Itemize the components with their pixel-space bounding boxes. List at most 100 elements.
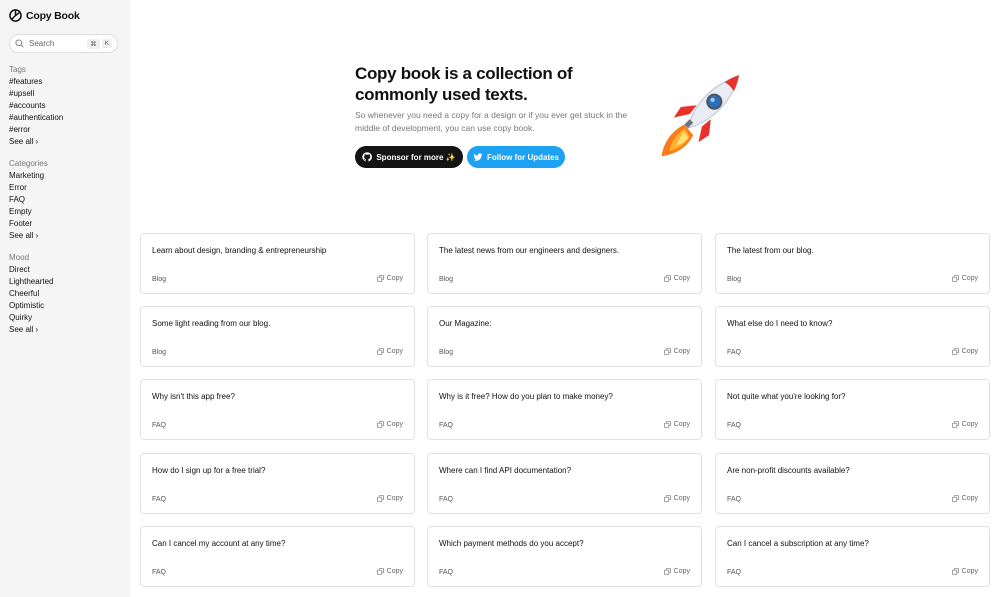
search-placeholder: Search [29,39,55,48]
copy-label: Copy [673,421,690,428]
sponsor-button-label: Sponsor for more ✨ [376,152,456,162]
copy-card[interactable]: Not quite what you're looking for? FAQ C… [715,379,990,440]
copy-card[interactable]: Learn about design, branding & entrepren… [140,233,415,294]
card-category: FAQ [152,422,167,429]
card-category: Blog [439,276,454,283]
card-text: Are non-profit discounts available? [727,466,850,475]
copy-button[interactable]: Copy [951,495,978,502]
tags-see-all-link[interactable]: See all › [9,136,63,148]
sidebar-item-tag[interactable]: #upsell [9,88,63,100]
sidebar-item-category[interactable]: Marketing [9,170,48,182]
sidebar-item-mood[interactable]: Cheerful [9,288,53,300]
card-category: Blog [727,276,742,283]
logo[interactable]: Copy Book [9,9,80,22]
copy-book-logo-icon [9,9,22,22]
copy-icon [376,348,384,355]
copy-card[interactable]: The latest news from our engineers and d… [427,233,702,294]
card-text: Can I cancel a subscription at any time? [727,539,869,548]
copy-card[interactable]: Which payment methods do you accept? FAQ… [427,526,702,587]
sidebar-item-tag[interactable]: #accounts [9,100,63,112]
see-all-label: See all [9,137,34,146]
sidebar-item-tag[interactable]: #error [9,124,63,136]
chevron-right-icon: › [35,231,39,240]
sidebar-item-category[interactable]: Footer [9,218,48,230]
copy-card[interactable]: Are non-profit discounts available? FAQ … [715,453,990,514]
card-text: What else do I need to know? [727,319,833,328]
sidebar-item-tag[interactable]: #authentication [9,112,63,124]
copy-button[interactable]: Copy [663,568,690,575]
copy-button[interactable]: Copy [376,568,403,575]
card-category: FAQ [439,422,454,429]
copy-icon [951,568,959,575]
copy-card[interactable]: Can I cancel a subscription at any time?… [715,526,990,587]
sidebar-tags-group: Tags #features #upsell #accounts #authen… [9,64,63,148]
card-category: FAQ [152,569,167,576]
mood-heading: Mood [9,253,30,262]
rocket-illustration [661,74,740,157]
copy-icon [951,348,959,355]
copy-button[interactable]: Copy [376,495,403,502]
card-category: Blog [152,276,167,283]
card-text: How do I sign up for a free trial? [152,466,266,475]
copy-label: Copy [961,495,978,502]
tags-heading: Tags [9,65,26,74]
copy-card[interactable]: The latest from our blog. Blog Copy [715,233,990,294]
copy-button[interactable]: Copy [663,348,690,355]
search-input[interactable]: Search ⌘ K [9,34,118,53]
copy-card[interactable]: What else do I need to know? FAQ Copy [715,306,990,367]
card-text: The latest news from our engineers and d… [439,246,620,255]
copy-icon [951,275,959,282]
twitter-icon [473,153,483,161]
copy-button[interactable]: Copy [951,275,978,282]
sidebar-item-mood[interactable]: Quirky [9,312,53,324]
card-category: FAQ [727,569,742,576]
follow-button[interactable]: Follow for Updates [467,146,565,168]
copy-icon [951,421,959,428]
copy-label: Copy [673,568,690,575]
mood-see-all-link[interactable]: See all › [9,324,53,336]
sponsor-button[interactable]: Sponsor for more ✨ [355,146,463,168]
card-text: Learn about design, branding & entrepren… [152,246,327,255]
sidebar-item-mood[interactable]: Optimistic [9,300,53,312]
copy-label: Copy [673,348,690,355]
copy-button[interactable]: Copy [663,421,690,428]
shortcut-k-key: K [101,39,112,48]
card-category: Blog [439,349,454,356]
copy-card[interactable]: Why is it free? How do you plan to make … [427,379,702,440]
categories-heading: Categories [9,159,48,168]
copy-button[interactable]: Copy [951,421,978,428]
card-category: FAQ [727,496,742,503]
copy-card[interactable]: Our Magazine: Blog Copy [427,306,702,367]
copy-card[interactable]: Where can I find API documentation? FAQ … [427,453,702,514]
card-category: FAQ [152,496,167,503]
sidebar-item-tag[interactable]: #features [9,76,63,88]
card-category: Blog [152,349,167,356]
copy-card[interactable]: Some light reading from our blog. Blog C… [140,306,415,367]
card-text: Where can I find API documentation? [439,466,572,475]
copy-button[interactable]: Copy [663,495,690,502]
sidebar-item-category[interactable]: FAQ [9,194,48,206]
copy-icon [663,421,671,428]
copy-button[interactable]: Copy [951,348,978,355]
categories-see-all-link[interactable]: See all › [9,230,48,242]
copy-button[interactable]: Copy [663,275,690,282]
copy-button[interactable]: Copy [376,421,403,428]
copy-button[interactable]: Copy [376,275,403,282]
copy-button[interactable]: Copy [376,348,403,355]
sidebar-item-category[interactable]: Error [9,182,48,194]
copy-button[interactable]: Copy [951,568,978,575]
chevron-right-icon: › [35,137,39,146]
card-text: Why is it free? How do you plan to make … [439,392,613,401]
sidebar-item-category[interactable]: Empty [9,206,48,218]
copy-card[interactable]: Why isn't this app free? FAQ Copy [140,379,415,440]
sidebar-item-mood[interactable]: Direct [9,264,53,276]
copy-card[interactable]: Can I cancel my account at any time? FAQ… [140,526,415,587]
chevron-right-icon: › [35,325,39,334]
card-text: Not quite what you're looking for? [727,392,846,401]
copy-card[interactable]: How do I sign up for a free trial? FAQ C… [140,453,415,514]
sidebar-item-mood[interactable]: Lighthearted [9,276,53,288]
copy-icon [663,348,671,355]
sidebar-categories-group: Categories Marketing Error FAQ Empty Foo… [9,158,48,242]
copy-icon [951,495,959,502]
copy-label: Copy [386,348,403,355]
